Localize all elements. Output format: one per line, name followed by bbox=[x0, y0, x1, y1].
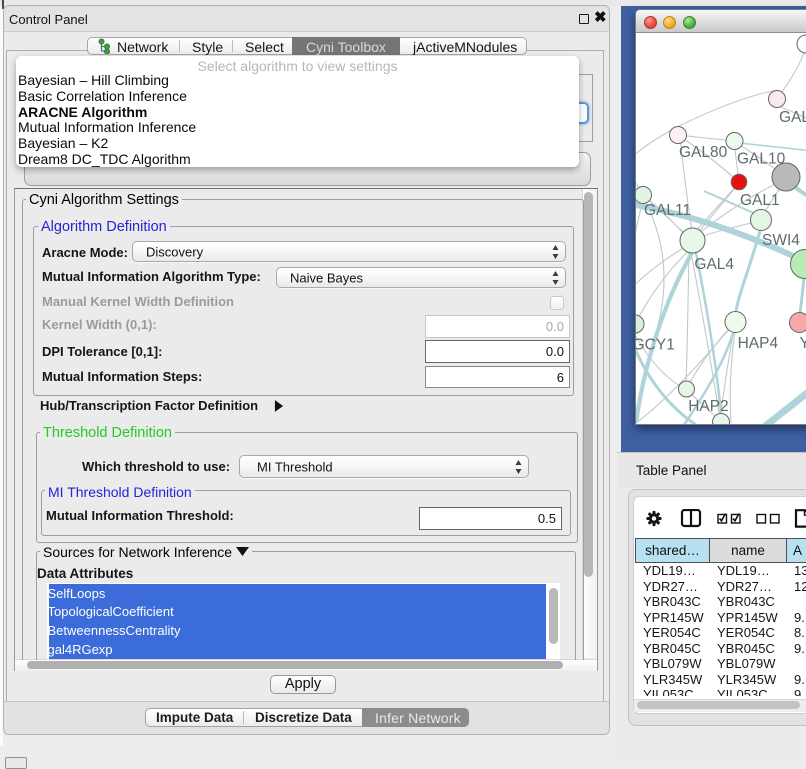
svg-text:Y: Y bbox=[800, 335, 806, 352]
svg-text:GAL1: GAL1 bbox=[740, 192, 780, 209]
svg-text:GAL4: GAL4 bbox=[694, 256, 734, 273]
svg-text:GAL11: GAL11 bbox=[644, 202, 691, 219]
svg-text:HAP2: HAP2 bbox=[688, 398, 729, 415]
svg-text:GCY1: GCY1 bbox=[636, 337, 675, 354]
svg-text:GAL: GAL bbox=[779, 109, 806, 126]
svg-text:SWI4: SWI4 bbox=[762, 232, 800, 249]
svg-text:HAP4: HAP4 bbox=[738, 335, 779, 352]
svg-text:GAL80: GAL80 bbox=[679, 144, 728, 161]
svg-text:GAL10: GAL10 bbox=[737, 151, 786, 168]
